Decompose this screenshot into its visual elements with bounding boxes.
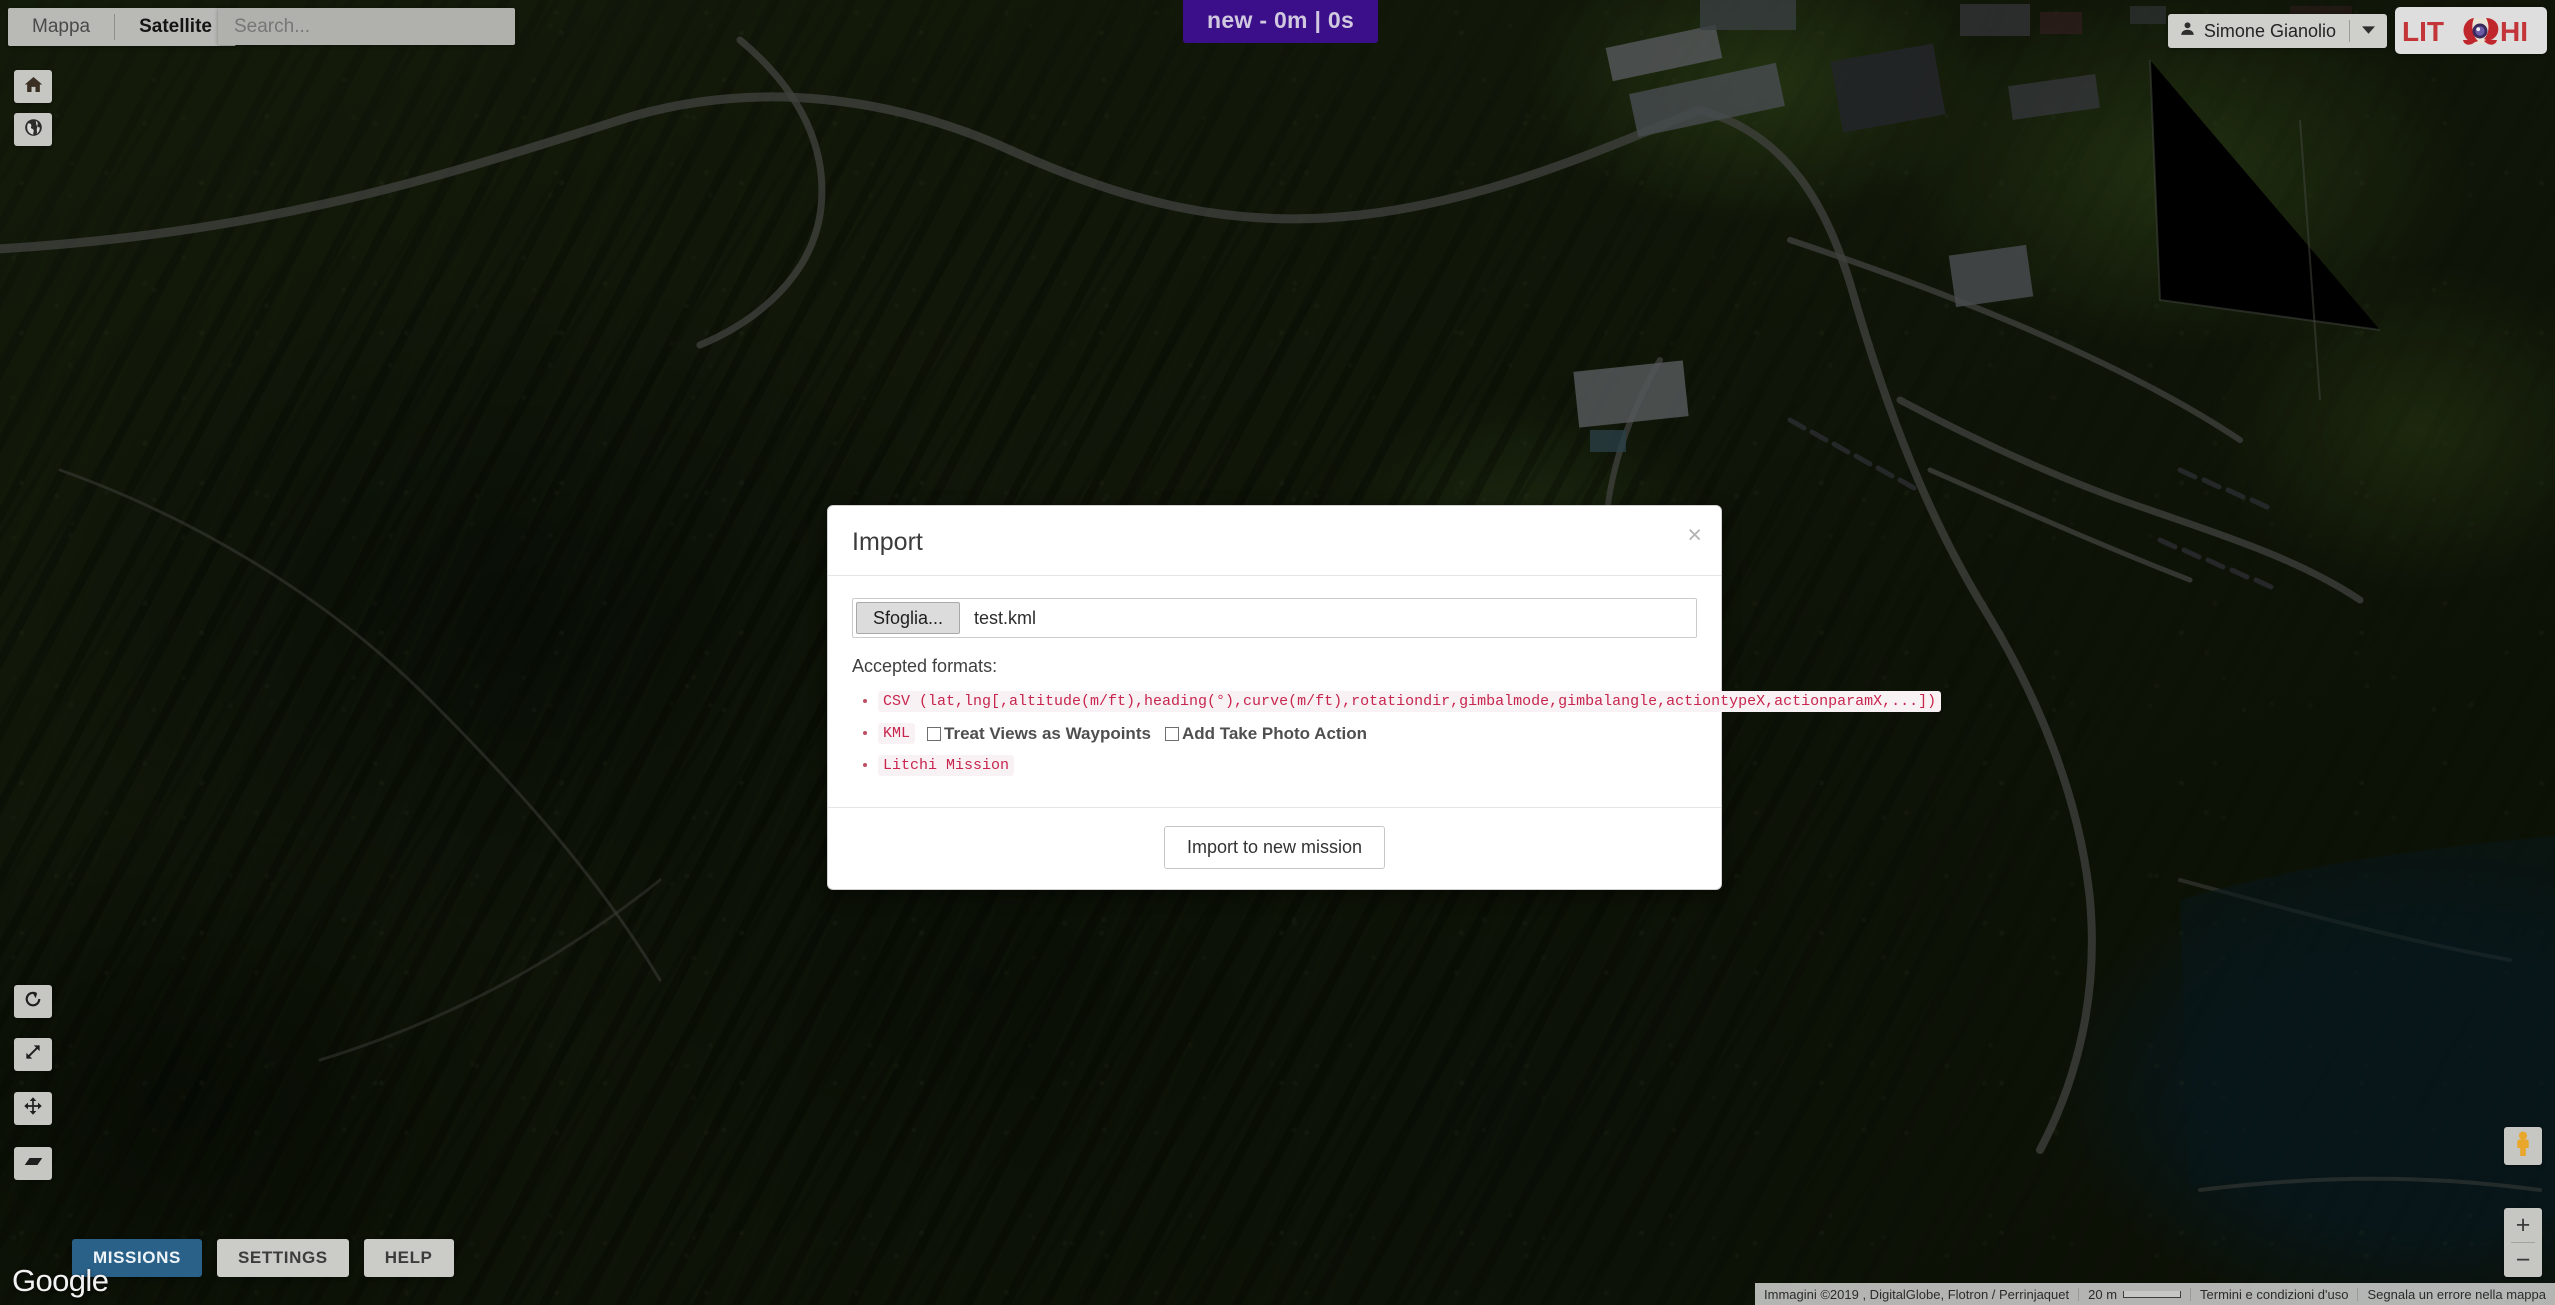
mission-status-badge: new - 0m | 0s (1183, 0, 1379, 43)
street-view-pegman-icon (2513, 1131, 2533, 1162)
terms-of-use-link[interactable]: Termini e condizioni d'uso (2191, 1287, 2357, 1302)
map-scale-bar (2123, 1290, 2182, 1298)
kml-option-take-photo[interactable]: Add Take Photo Action (1164, 723, 1381, 744)
import-to-new-mission-button[interactable]: Import to new mission (1163, 826, 1386, 869)
format-litchi-mission-code: Litchi Mission (878, 755, 1015, 776)
import-dialog-footer: Import to new mission (828, 807, 1721, 889)
map-scale-indicator: 20 m (2079, 1287, 2190, 1302)
import-dialog-body: Sfoglia... test.kml Accepted formats: CS… (828, 576, 1942, 807)
chevron-down-icon (2362, 22, 2375, 40)
map-attribution-bar: Immagini ©2019 , DigitalGlobe, Flotron /… (1755, 1283, 2555, 1305)
file-picker-row[interactable]: Sfoglia... test.kml (852, 598, 1697, 638)
litchi-brand-logo[interactable]: LIT HI (2395, 7, 2547, 54)
rotate-tool-button[interactable] (14, 985, 52, 1018)
litchi-logo-icon: LIT HI (2402, 16, 2528, 47)
format-csv-code: CSV (lat,lng[,altitude(m/ft),heading(°),… (878, 691, 1942, 712)
report-map-error-link[interactable]: Segnala un errore nella mappa (2358, 1287, 2555, 1302)
map-type-switcher[interactable]: Mappa Satellite (8, 8, 236, 46)
zoom-controls[interactable]: + − (2504, 1208, 2542, 1277)
tab-help[interactable]: HELP (363, 1239, 454, 1277)
map-scale-label: 20 m (2088, 1286, 2118, 1302)
browse-file-button[interactable]: Sfoglia... (856, 602, 961, 634)
format-kml-code: KML (878, 723, 916, 744)
map-type-mappa-button[interactable]: Mappa (8, 8, 114, 46)
user-menu-main[interactable]: Simone Gianolio (2168, 14, 2349, 48)
street-view-pegman-button[interactable] (2504, 1127, 2542, 1165)
home-icon (24, 75, 43, 99)
google-logo: Google (12, 1263, 109, 1298)
import-dialog[interactable]: Import × Sfoglia... test.kml Accepted fo… (827, 505, 1942, 890)
selected-filename-label: test.kml (974, 607, 1037, 628)
format-item-csv: CSV (lat,lng[,altitude(m/ft),heading(°),… (878, 691, 1942, 712)
zoom-in-button[interactable]: + (2504, 1208, 2542, 1242)
attribution-imagery: Immagini ©2019 , DigitalGlobe, Flotron /… (1764, 1286, 2070, 1302)
accepted-formats-label: Accepted formats: (852, 656, 998, 676)
treat-views-as-waypoints-label: Treat Views as Waypoints (944, 723, 1151, 743)
close-icon[interactable]: × (1687, 523, 1702, 548)
svg-text:HI: HI (2500, 16, 2528, 47)
import-dialog-header: Import × (828, 506, 1721, 576)
add-take-photo-action-checkbox[interactable] (1164, 726, 1179, 741)
user-menu[interactable]: Simone Gianolio (2167, 14, 2387, 48)
accepted-formats-list: CSV (lat,lng[,altitude(m/ft),heading(°),… (878, 691, 1942, 776)
format-item-kml: KML Treat Views as Waypoints Add Take Ph… (878, 723, 1697, 744)
home-button[interactable] (14, 70, 52, 103)
resize-diagonal-icon (23, 1042, 43, 1067)
rotate-icon (23, 989, 43, 1014)
move-tool-button[interactable] (14, 1092, 52, 1125)
add-take-photo-action-label: Add Take Photo Action (1181, 723, 1368, 743)
move-arrows-icon (23, 1096, 43, 1121)
kml-option-treat-views[interactable]: Treat Views as Waypoints (927, 724, 1165, 744)
format-item-litchi-mission: Litchi Mission (878, 755, 1697, 776)
resize-tool-button[interactable] (14, 1038, 52, 1071)
user-name-label: Simone Gianolio (2203, 20, 2336, 41)
globe-icon (24, 118, 43, 142)
import-dialog-title: Import (852, 528, 923, 556)
skew-plane-icon (23, 1151, 44, 1177)
svg-text:LIT: LIT (2402, 16, 2444, 47)
bottom-tab-bar[interactable]: MISSIONS SETTINGS HELP (72, 1239, 454, 1277)
tab-settings[interactable]: SETTINGS (216, 1239, 349, 1277)
zoom-out-button[interactable]: − (2504, 1243, 2542, 1277)
person-icon (2179, 20, 2196, 42)
treat-views-as-waypoints-checkbox[interactable] (927, 726, 942, 741)
search-input[interactable] (218, 8, 515, 45)
globe-button[interactable] (14, 113, 52, 146)
user-menu-caret-button[interactable] (2350, 14, 2387, 48)
skew-tool-button[interactable] (14, 1147, 52, 1180)
